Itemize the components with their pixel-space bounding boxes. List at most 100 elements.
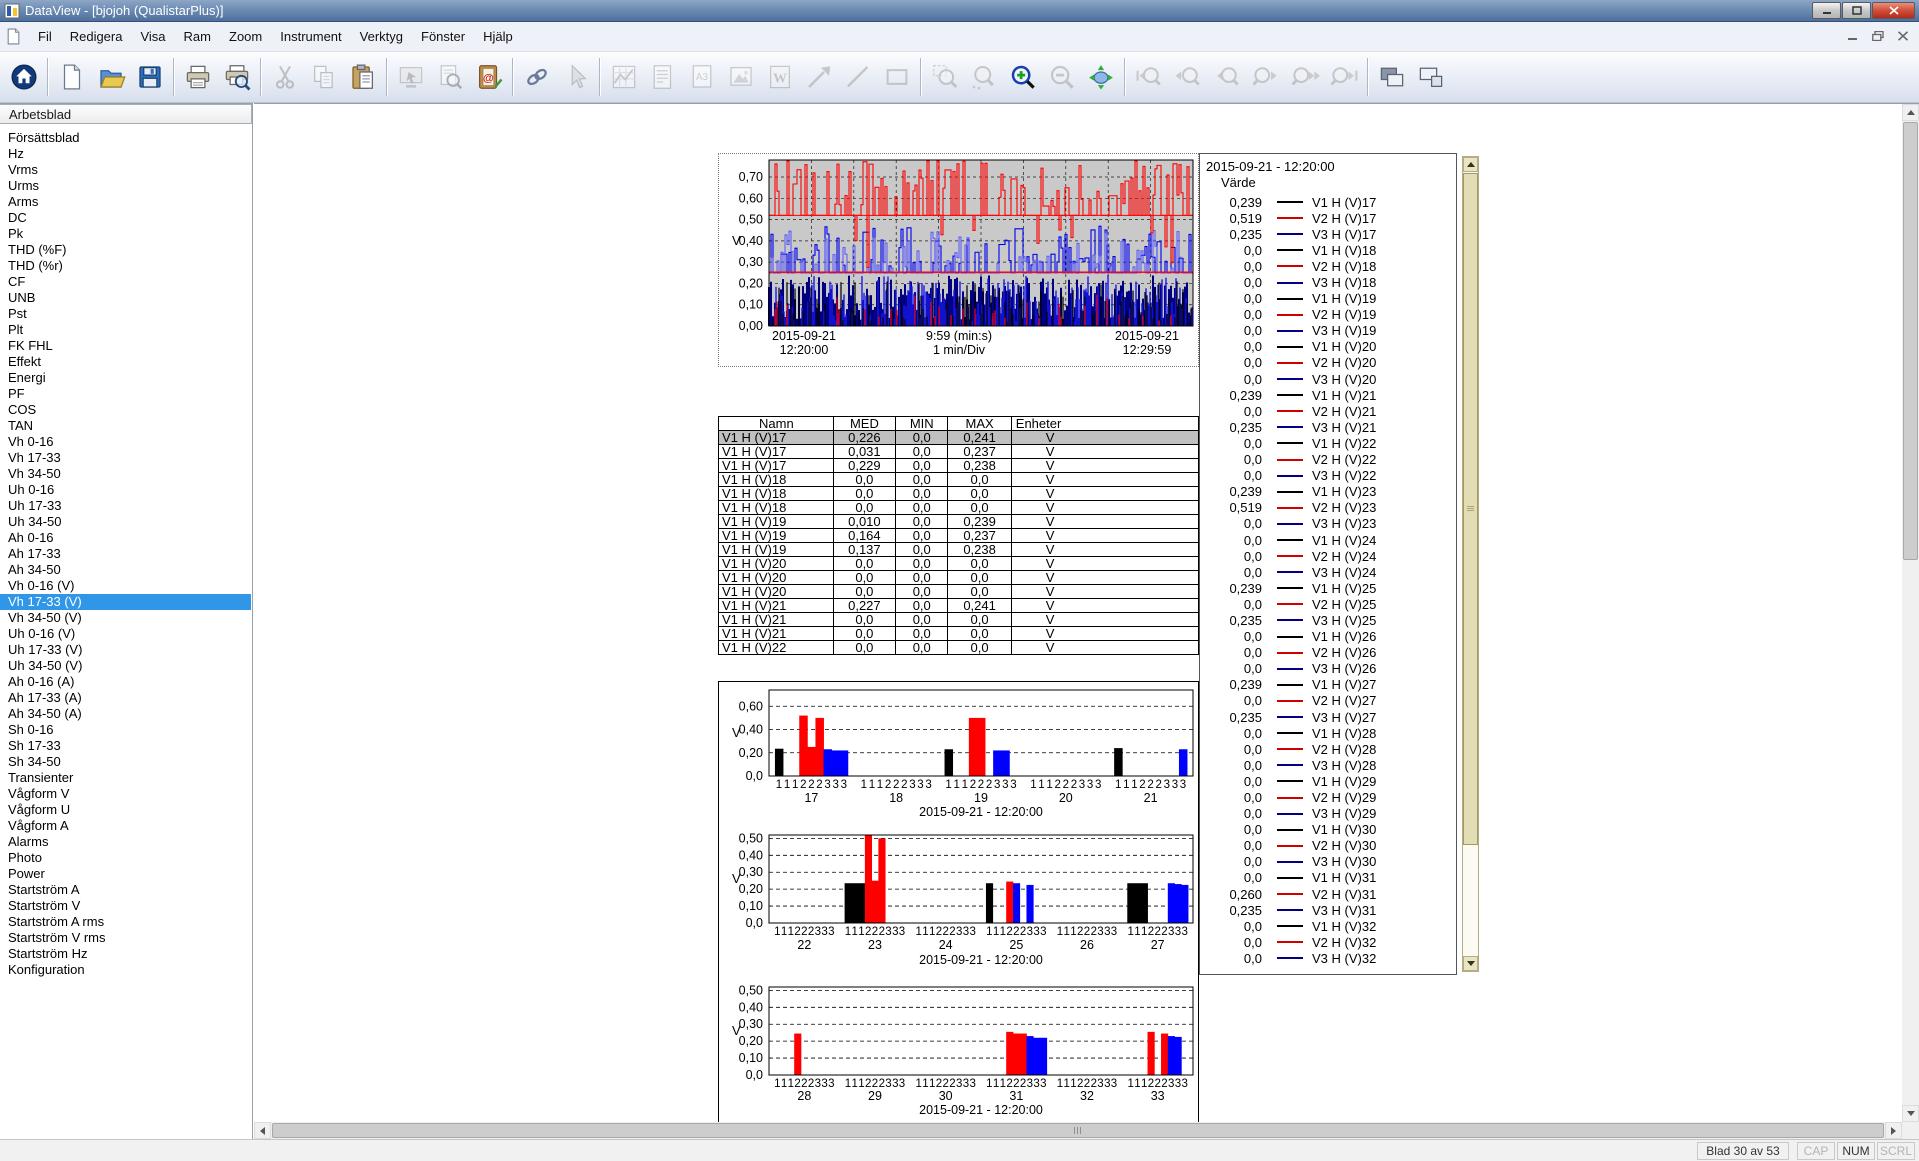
table-row[interactable]: V1 H (V)200,00,00,0V bbox=[719, 571, 1199, 585]
sidebar-item-ah-34-50[interactable]: Ah 34-50 bbox=[0, 562, 251, 578]
sidebar-item-cf[interactable]: CF bbox=[0, 274, 251, 290]
sidebar-item-vh-34-50[interactable]: Vh 34-50 bbox=[0, 466, 251, 482]
close-button[interactable] bbox=[1872, 2, 1915, 19]
sidebar-item-vh-0-16[interactable]: Vh 0-16 bbox=[0, 434, 251, 450]
legend-scroll-down-button[interactable] bbox=[1463, 956, 1478, 971]
sidebar-item-dc[interactable]: DC bbox=[0, 210, 251, 226]
tile-windows-button[interactable] bbox=[1411, 55, 1450, 99]
legend-scroll-thumb[interactable] bbox=[1463, 173, 1478, 845]
sidebar-item-power[interactable]: Power bbox=[0, 866, 251, 882]
page-scroll-right-button[interactable] bbox=[1885, 1122, 1902, 1139]
sidebar-item-uh-34-50-v[interactable]: Uh 34-50 (V) bbox=[0, 658, 251, 674]
sidebar-item-arms[interactable]: Arms bbox=[0, 194, 251, 210]
sidebar-item-vh-17-33-v[interactable]: Vh 17-33 (V) bbox=[0, 594, 251, 610]
harmonics-time-chart[interactable]: 0,700,600,500,400,300,200,100,00V2015-09… bbox=[718, 153, 1199, 367]
sidebar-item-thd-r[interactable]: THD (%r) bbox=[0, 258, 251, 274]
table-row[interactable]: V1 H (V)210,00,00,0V bbox=[719, 627, 1199, 641]
sidebar-item-pk[interactable]: Pk bbox=[0, 226, 251, 242]
table-row[interactable]: V1 H (V)190,1370,00,238V bbox=[719, 543, 1199, 557]
page-scroll-left-button[interactable] bbox=[254, 1122, 271, 1139]
table-row[interactable]: V1 H (V)210,2270,00,241V bbox=[719, 599, 1199, 613]
sidebar-item-photo[interactable]: Photo bbox=[0, 850, 251, 866]
paste-button[interactable] bbox=[343, 55, 382, 99]
table-row[interactable]: V1 H (V)190,1640,00,237V bbox=[719, 529, 1199, 543]
sidebar-item-ah-0-16-a[interactable]: Ah 0-16 (A) bbox=[0, 674, 251, 690]
table-header-min[interactable]: MIN bbox=[896, 417, 948, 431]
table-header-med[interactable]: MED bbox=[833, 417, 895, 431]
sidebar-item-ah-34-50-a[interactable]: Ah 34-50 (A) bbox=[0, 706, 251, 722]
link-button[interactable] bbox=[517, 55, 556, 99]
sidebar-item-ah-17-33[interactable]: Ah 17-33 bbox=[0, 546, 251, 562]
sidebar-item-cos[interactable]: COS bbox=[0, 402, 251, 418]
table-row[interactable]: V1 H (V)170,0310,00,237V bbox=[719, 445, 1199, 459]
mdi-restore-button[interactable] bbox=[1867, 27, 1888, 44]
table-row[interactable]: V1 H (V)180,00,00,0V bbox=[719, 501, 1199, 515]
sidebar-item-uh-0-16-v[interactable]: Uh 0-16 (V) bbox=[0, 626, 251, 642]
sidebar-item-hz[interactable]: Hz bbox=[0, 146, 251, 162]
sidebar-item-plt[interactable]: Plt bbox=[0, 322, 251, 338]
legend-scroll-up-button[interactable] bbox=[1463, 157, 1478, 172]
sidebar-item-konfiguration[interactable]: Konfiguration bbox=[0, 962, 251, 978]
sidebar-item-unb[interactable]: UNB bbox=[0, 290, 251, 306]
sidebar-item-vh-0-16-v[interactable]: Vh 0-16 (V) bbox=[0, 578, 251, 594]
sidebar-item-startstr-m-a-rms[interactable]: Startström A rms bbox=[0, 914, 251, 930]
sidebar-item-pf[interactable]: PF bbox=[0, 386, 251, 402]
sidebar-item-v-gform-v[interactable]: Vågform V bbox=[0, 786, 251, 802]
maximize-button[interactable] bbox=[1842, 2, 1871, 19]
menu-zoom[interactable]: Zoom bbox=[220, 25, 271, 48]
sidebar-item-uh-34-50[interactable]: Uh 34-50 bbox=[0, 514, 251, 530]
sidebar-item-ah-17-33-a[interactable]: Ah 17-33 (A) bbox=[0, 690, 251, 706]
sidebar-item-startstr-m-hz[interactable]: Startström Hz bbox=[0, 946, 251, 962]
mdi-close-button[interactable] bbox=[1892, 27, 1913, 44]
menu-ram[interactable]: Ram bbox=[175, 25, 220, 48]
menu-verktyg[interactable]: Verktyg bbox=[351, 25, 412, 48]
sidebar-item-sh-34-50[interactable]: Sh 34-50 bbox=[0, 754, 251, 770]
table-row[interactable]: V1 H (V)170,2290,00,238V bbox=[719, 459, 1199, 473]
sidebar-item-uh-17-33[interactable]: Uh 17-33 bbox=[0, 498, 251, 514]
pan-button[interactable] bbox=[1081, 55, 1120, 99]
page-vertical-scrollbar[interactable] bbox=[1902, 104, 1919, 1122]
sidebar-item-uh-0-16[interactable]: Uh 0-16 bbox=[0, 482, 251, 498]
table-row[interactable]: V1 H (V)190,0100,00,239V bbox=[719, 515, 1199, 529]
sidebar-item-startstr-m-v[interactable]: Startström V bbox=[0, 898, 251, 914]
table-header-enheter[interactable]: Enheter bbox=[1011, 417, 1198, 431]
sidebar-item-alarms[interactable]: Alarms bbox=[0, 834, 251, 850]
sidebar-item-vh-17-33[interactable]: Vh 17-33 bbox=[0, 450, 251, 466]
address-book-button[interactable]: @ bbox=[469, 55, 508, 99]
harmonics-bar-chart-28-33[interactable]: 1112223332811122233329111222333301112223… bbox=[718, 981, 1199, 1124]
sidebar-item-vh-34-50-v[interactable]: Vh 34-50 (V) bbox=[0, 610, 251, 626]
sidebar-item-thd-f[interactable]: THD (%F) bbox=[0, 242, 251, 258]
menu-hj-lp[interactable]: Hjälp bbox=[474, 25, 522, 48]
measurement-table[interactable]: NamnMEDMINMAXEnheterV1 H (V)170,2260,00,… bbox=[718, 416, 1199, 655]
sidebar-item-f-rs-ttsblad[interactable]: Försättsblad bbox=[0, 130, 251, 146]
zoom-in-button[interactable] bbox=[1003, 55, 1042, 99]
table-header-namn[interactable]: Namn bbox=[719, 417, 834, 431]
sidebar-item-pst[interactable]: Pst bbox=[0, 306, 251, 322]
page-scroll-down-button[interactable] bbox=[1902, 1105, 1919, 1122]
cascade-windows-button[interactable] bbox=[1372, 55, 1411, 99]
sidebar-item-v-gform-a[interactable]: Vågform A bbox=[0, 818, 251, 834]
save-button[interactable] bbox=[130, 55, 169, 99]
new-document-button[interactable] bbox=[52, 55, 91, 99]
open-button[interactable] bbox=[91, 55, 130, 99]
minimize-button[interactable] bbox=[1812, 2, 1841, 19]
sidebar-item-energi[interactable]: Energi bbox=[0, 370, 251, 386]
page-vscroll-thumb[interactable] bbox=[1903, 122, 1918, 560]
table-row[interactable]: V1 H (V)200,00,00,0V bbox=[719, 585, 1199, 599]
sidebar-item-startstr-m-a[interactable]: Startström A bbox=[0, 882, 251, 898]
page-scroll-up-button[interactable] bbox=[1902, 104, 1919, 121]
sidebar-item-vrms[interactable]: Vrms bbox=[0, 162, 251, 178]
print-preview-button[interactable] bbox=[217, 55, 256, 99]
sidebar-item-v-gform-u[interactable]: Vågform U bbox=[0, 802, 251, 818]
page-horizontal-scrollbar[interactable] bbox=[254, 1122, 1902, 1139]
sidebar-item-urms[interactable]: Urms bbox=[0, 178, 251, 194]
table-row[interactable]: V1 H (V)180,00,00,0V bbox=[719, 473, 1199, 487]
table-row[interactable]: V1 H (V)180,00,00,0V bbox=[719, 487, 1199, 501]
table-row[interactable]: V1 H (V)220,00,00,0V bbox=[719, 641, 1199, 655]
sidebar-item-startstr-m-v-rms[interactable]: Startström V rms bbox=[0, 930, 251, 946]
table-row[interactable]: V1 H (V)210,00,00,0V bbox=[719, 613, 1199, 627]
menu-f-nster[interactable]: Fönster bbox=[412, 25, 474, 48]
sidebar-item-effekt[interactable]: Effekt bbox=[0, 354, 251, 370]
sidebar-item-tan[interactable]: TAN bbox=[0, 418, 251, 434]
sidebar-item-transienter[interactable]: Transienter bbox=[0, 770, 251, 786]
